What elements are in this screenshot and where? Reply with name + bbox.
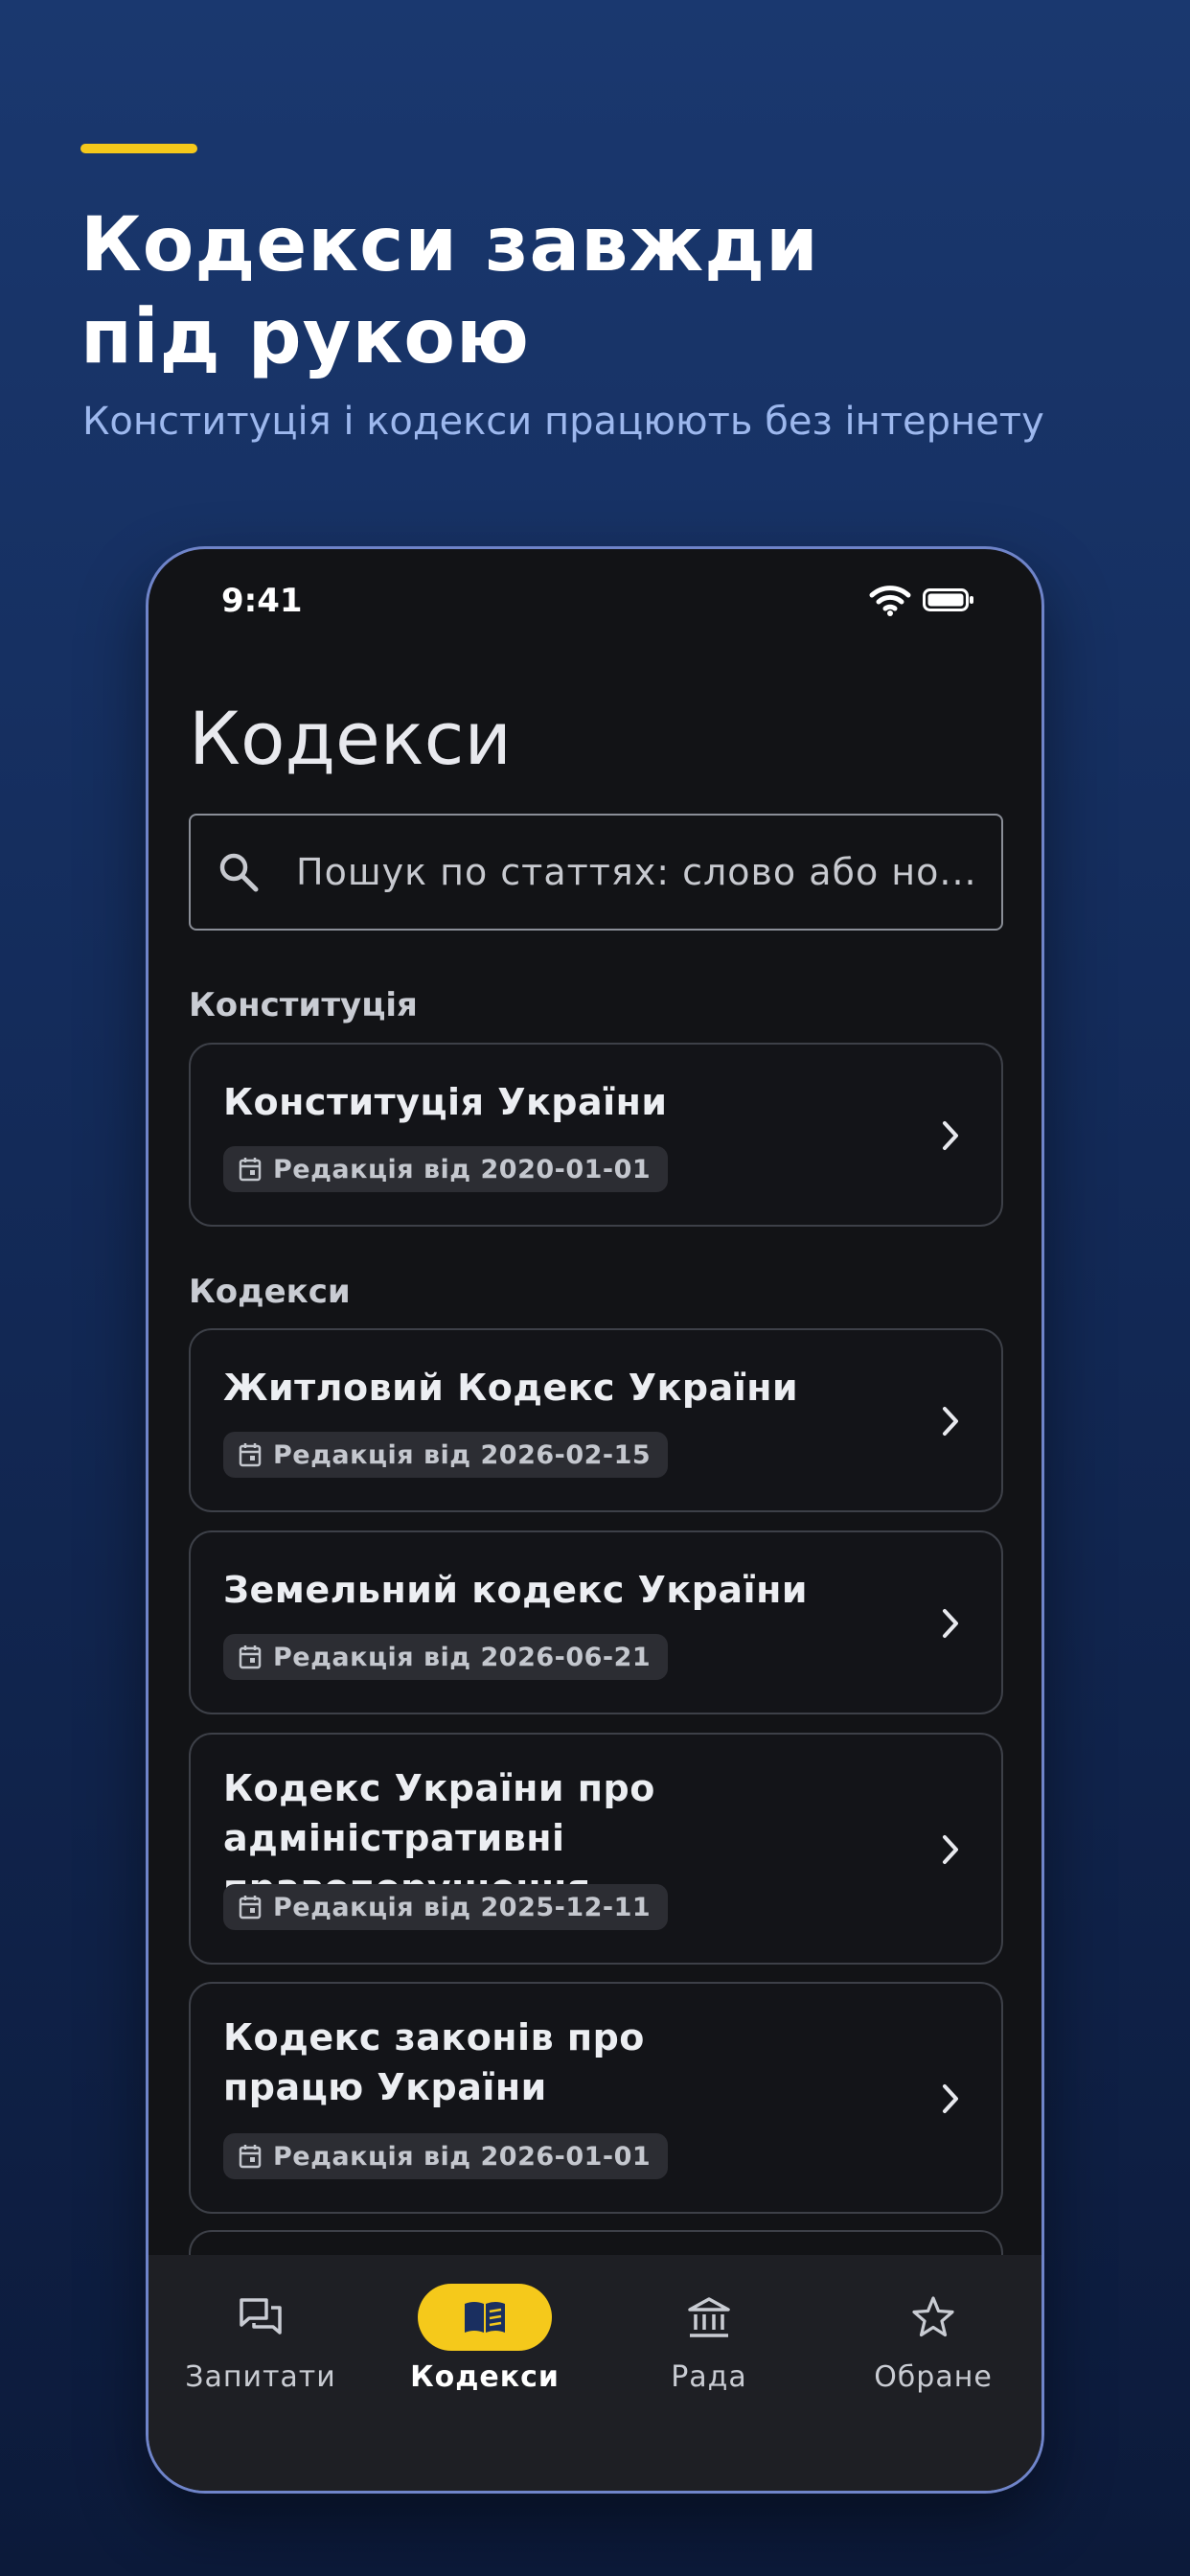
status-time: 9:41 <box>221 582 303 620</box>
star-icon <box>912 2296 954 2337</box>
nav-icon-wrap <box>194 2284 328 2351</box>
edition-badge-text: Редакція від 2026-06-21 <box>273 1642 652 1672</box>
institution-icon <box>688 2297 730 2337</box>
list-item[interactable]: Земельний кодекс України Редакція від 20… <box>189 1530 1003 1714</box>
item-title: Кодекс законів про працю України <box>223 2016 645 2108</box>
search-icon <box>219 853 259 892</box>
calendar-icon <box>239 1443 262 1467</box>
nav-item-codes[interactable]: Кодекси <box>373 2255 597 2408</box>
edition-badge-text: Редакція від 2025-12-11 <box>273 1892 652 1922</box>
edition-badge-text: Редакція від 2026-01-01 <box>273 2141 652 2172</box>
item-title: Житловий Кодекс України <box>223 1367 799 1409</box>
search-input[interactable] <box>294 850 974 894</box>
section-label-codes: Кодекси <box>189 1273 351 1311</box>
edition-badge: Редакція від 2026-02-15 <box>223 1432 669 1478</box>
list-item[interactable]: Житловий Кодекс України Редакція від 202… <box>189 1328 1003 1512</box>
chevron-right-icon <box>943 2084 958 2113</box>
book-icon <box>465 2302 505 2333</box>
calendar-icon <box>239 1896 262 1920</box>
list-item[interactable]: Кодекс України про адміністративні право… <box>189 1733 1003 1965</box>
list-item[interactable]: Кодекс законів про працю України Редакці… <box>189 1982 1003 2214</box>
list-item[interactable]: Конституція України Редакція від 2020-01… <box>189 1043 1003 1227</box>
nav-item-favorites[interactable]: Обране <box>821 2255 1041 2408</box>
calendar-icon <box>239 2145 262 2169</box>
edition-badge: Редакція від 2026-01-01 <box>223 2133 669 2179</box>
edition-badge: Редакція від 2020-01-01 <box>223 1146 669 1192</box>
promo-headline-line1: Кодекси завжди <box>80 202 819 288</box>
chevron-right-icon <box>943 1407 958 1436</box>
nav-label: Кодекси <box>410 2360 560 2394</box>
nav-icon-wrap <box>866 2284 1000 2351</box>
edition-badge: Редакція від 2026-06-21 <box>223 1634 669 1680</box>
battery-icon <box>923 588 973 611</box>
nav-icon-wrap <box>642 2284 776 2351</box>
nav-label: Запитати <box>185 2360 336 2394</box>
chevron-right-icon <box>943 1609 958 1638</box>
search-box[interactable] <box>189 814 1003 931</box>
accent-bar <box>80 144 197 153</box>
nav-item-rada[interactable]: Рада <box>597 2255 821 2408</box>
promo-subtitle: Конституція і кодекси працюють без інтер… <box>82 400 1044 444</box>
edition-badge-text: Редакція від 2020-01-01 <box>273 1154 652 1184</box>
item-title: Земельний кодекс України <box>223 1569 808 1611</box>
chevron-right-icon <box>943 1835 958 1864</box>
chevron-right-icon <box>943 1121 958 1150</box>
section-label-constitution: Конституція <box>189 986 418 1024</box>
chat-icon <box>240 2298 282 2334</box>
nav-label: Обране <box>874 2360 993 2394</box>
bottom-nav: Запитати Кодекси Рада Обране <box>149 2255 1041 2491</box>
edition-badge: Редакція від 2025-12-11 <box>223 1884 669 1930</box>
promo-headline-line2: під рукою <box>80 294 530 380</box>
phone-mockup: 9:41 Кодекси Конституція Конституція Укр… <box>146 546 1044 2494</box>
item-title: Конституція України <box>223 1081 668 1123</box>
edition-badge-text: Редакція від 2026-02-15 <box>273 1439 652 1470</box>
promo-headline: Кодекси завжди під рукою <box>80 199 1134 383</box>
wifi-icon <box>869 586 911 616</box>
calendar-icon <box>239 1158 262 1182</box>
nav-item-ask[interactable]: Запитати <box>149 2255 373 2408</box>
nav-label: Рада <box>671 2360 747 2394</box>
nav-icon-wrap-active <box>418 2284 552 2351</box>
calendar-icon <box>239 1645 262 1669</box>
screen-title: Кодекси <box>189 696 512 781</box>
